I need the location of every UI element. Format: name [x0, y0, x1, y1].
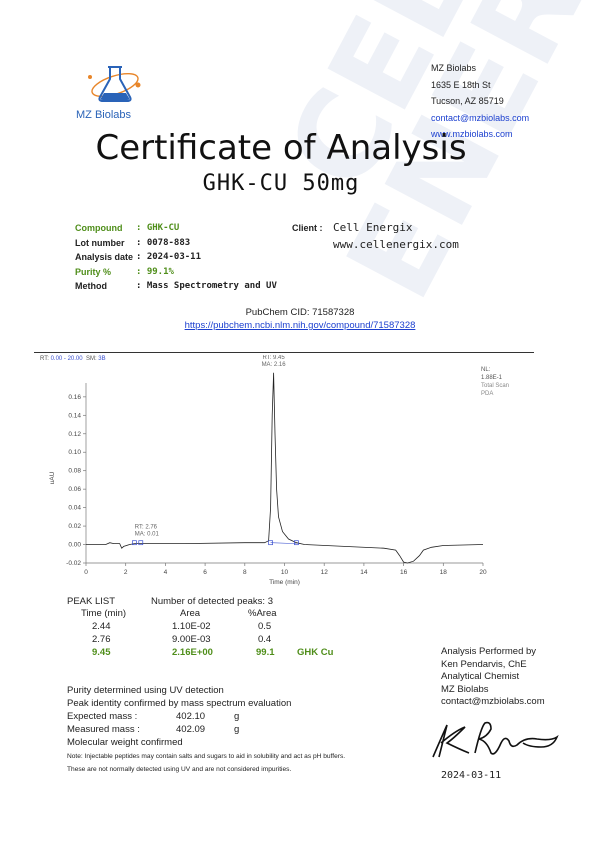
address-line: 1635 E 18th St — [431, 79, 491, 90]
x-tick-label: 20 — [479, 569, 487, 576]
peak-time: 9.45 — [92, 647, 111, 658]
x-tick-label: 14 — [360, 569, 368, 576]
y-tick-label: 0.14 — [68, 412, 81, 419]
lot-label: Lot number — [75, 237, 125, 248]
method-label: Method — [75, 281, 107, 291]
date-label: Analysis date — [75, 252, 134, 262]
y-tick-label: -0.02 — [66, 560, 81, 567]
peak-annotation: MA: 2.16 — [262, 362, 287, 368]
performer-org: MZ Biolabs — [441, 683, 489, 695]
page-title: Certificate of Analysis — [95, 128, 467, 168]
y-tick-label: 0.10 — [68, 449, 81, 456]
baseline-segment — [270, 542, 297, 544]
address-line: MZ Biolabs — [431, 63, 477, 73]
y-tick-label: 0.02 — [68, 523, 81, 530]
analysis-date-signed: 2024-03-11 — [441, 770, 502, 781]
y-tick-label: 0.00 — [68, 542, 81, 549]
peak-area: 1.10E-02 — [172, 621, 211, 632]
performer-title: Analytical Chemist — [441, 671, 520, 682]
x-tick-label: 18 — [440, 569, 448, 576]
fine-print: Note: Injectable peptides may contain sa… — [67, 751, 447, 776]
measured-mass-label: Measured mass : — [67, 724, 140, 735]
x-tick-label: 16 — [400, 569, 408, 576]
expected-mass-value: 402.10 — [176, 711, 206, 722]
peak-annotation: RT: 9.45 — [262, 355, 285, 361]
expected-mass-unit: g — [234, 711, 240, 722]
peak-count: Number of detected peaks: 3 — [151, 596, 273, 607]
x-tick-label: 2 — [124, 569, 128, 576]
page-subtitle: GHK-CU 50mg — [202, 171, 360, 196]
measured-mass-unit: g — [234, 724, 240, 735]
y-tick-label: 0.04 — [68, 505, 81, 512]
fine-print-line: These are not normally detected using UV… — [67, 765, 292, 773]
peak-time: 2.76 — [92, 634, 111, 645]
note-ms: Peak identity confirmed by mass spectrum… — [67, 698, 292, 709]
y-tick-label: 0.06 — [68, 486, 81, 493]
peak-annotation: RT: 2.76 — [135, 525, 158, 531]
analysis-performed: Analysis Performed by Ken Pendarvis, ChE… — [441, 646, 545, 709]
performer-name: Ken Pendarvis, ChE — [441, 658, 527, 670]
note-mw: Molecular weight confirmed — [67, 737, 183, 748]
notes: Purity determined using UV detection Pea… — [67, 684, 407, 749]
fine-print-line: Note: Injectable peptides may contain sa… — [67, 753, 346, 760]
note-uv: Purity determined using UV detection — [67, 685, 224, 696]
lot-value: : 0078-883 — [136, 237, 191, 248]
peak-pct: 99.1 — [256, 647, 275, 658]
y-axis-label: uAU — [49, 471, 56, 484]
address-line: Tucson, AZ 85719 — [431, 96, 504, 106]
x-tick-label: 12 — [321, 569, 329, 576]
peak-pct: 0.5 — [258, 621, 272, 632]
x-tick-label: 6 — [203, 569, 207, 576]
compound-label: Compound — [75, 223, 123, 233]
x-tick-label: 10 — [281, 569, 289, 576]
peak-compound: GHK Cu — [297, 647, 334, 658]
peak-annotation: MA: 0.01 — [135, 532, 160, 538]
pubchem-cid: PubChem CID: 71587328 — [245, 307, 355, 318]
x-tick-label: 8 — [243, 569, 247, 576]
col-header-pct: %Area — [248, 608, 277, 619]
logo-text: MZ Biolabs — [76, 109, 132, 121]
performer-email: contact@mzbiolabs.com — [441, 696, 545, 707]
purity-label: Purity % — [75, 266, 112, 277]
peak-area: 2.16E+00 — [172, 647, 213, 658]
method-value: : Mass Spectrometry and UV — [136, 281, 277, 291]
client-name: Cell Energix — [333, 221, 413, 234]
pubchem-link[interactable]: https://pubchem.ncbi.nlm.nih.gov/compoun… — [185, 320, 416, 331]
y-tick-label: 0.12 — [68, 431, 81, 438]
col-header-area: Area — [180, 608, 201, 619]
x-axis-label: Time (min) — [269, 579, 300, 586]
y-tick-label: 0.08 — [68, 468, 81, 475]
company-email-link[interactable]: contact@mzbiolabs.com — [431, 110, 529, 127]
purity-value: : 99.1% — [136, 266, 174, 277]
signature — [432, 721, 559, 758]
peak-time: 2.44 — [92, 621, 111, 632]
x-tick-label: 0 — [84, 569, 88, 576]
peak-marker — [138, 540, 144, 546]
performer-line: Analysis Performed by — [441, 646, 537, 657]
date-value: : 2024-03-11 — [136, 252, 202, 262]
expected-mass-label: Expected mass : — [67, 711, 138, 722]
client-label: Client : — [292, 223, 323, 233]
y-tick-label: 0.16 — [68, 394, 81, 401]
chromatogram-chart: -0.02 0.00 0.02 0.04 0.06 0.08 0.10 0.12 0.14 0.1… — [49, 355, 487, 586]
peak-list-title: PEAK LIST — [67, 596, 116, 607]
compound-value: : GHK-CU — [136, 223, 180, 233]
x-tick-label: 4 — [164, 569, 168, 576]
divider — [34, 352, 534, 353]
measured-mass-value: 402.09 — [176, 724, 206, 735]
peak-pct: 0.4 — [258, 634, 272, 645]
col-header-time: Time (min) — [81, 608, 127, 619]
client-website: www.cellenergix.com — [333, 238, 459, 251]
info-block: Compound : GHK-CU Lot number : 0078-883 An… — [75, 223, 277, 296]
peak-area: 9.00E-03 — [172, 634, 211, 645]
